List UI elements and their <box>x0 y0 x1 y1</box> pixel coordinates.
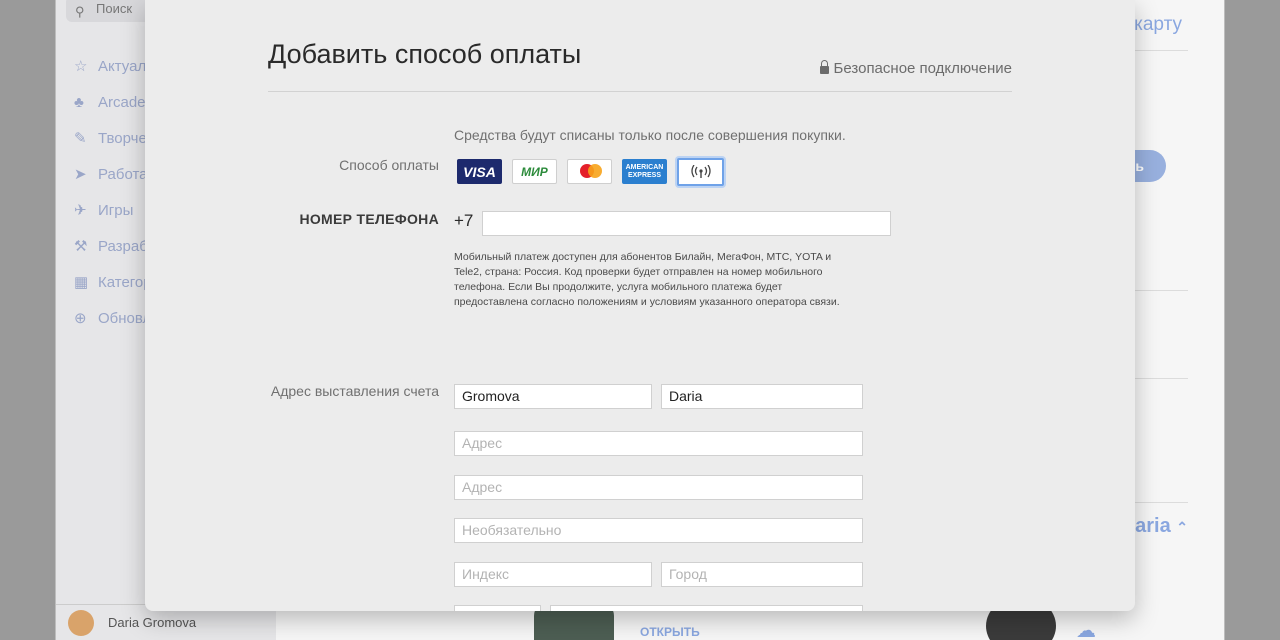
add-payment-dialog: Добавить способ оплаты Безопасное подклю… <box>145 0 1135 611</box>
billing-address-label: Адрес выставления счета <box>270 383 439 399</box>
lock-icon <box>819 59 829 74</box>
secure-label: Безопасное подключение <box>833 60 1012 77</box>
charge-note: Средства будут списаны только после сове… <box>454 127 846 143</box>
joystick-icon: ♣ <box>74 93 84 111</box>
payment-method-options: VISA МИР AMERICAN EXPRESS <box>457 158 724 186</box>
optional-input[interactable]: Необязательно <box>454 518 863 543</box>
chevron-updown-icon: ⌃ <box>1176 519 1188 535</box>
mobile-signal-icon <box>690 165 711 178</box>
add-card-link[interactable]: карту <box>1134 14 1182 36</box>
cloud-download-icon[interactable]: ☁ <box>1076 618 1096 640</box>
address-line2-input[interactable]: Адрес <box>454 475 863 500</box>
region-select[interactable] <box>454 605 541 611</box>
amex-card-option[interactable]: AMERICAN EXPRESS <box>622 159 667 184</box>
search-placeholder: Поиск <box>96 1 133 16</box>
zip-input[interactable]: Индекс <box>454 562 652 587</box>
first-name-input[interactable]: Daria <box>661 384 863 409</box>
dialog-title: Добавить способ оплаты <box>268 39 582 69</box>
search-icon: ⚲ <box>75 4 85 19</box>
brush-icon: ✎ <box>74 130 87 147</box>
visa-card-option[interactable]: VISA <box>457 159 502 184</box>
grid-icon: ▦ <box>74 274 89 291</box>
address-line1-input[interactable]: Адрес <box>454 431 863 456</box>
header-divider <box>268 91 1012 92</box>
rocket-icon: ✈ <box>74 202 87 219</box>
mobile-payment-help: Мобильный платеж доступен для абонентов … <box>454 251 840 308</box>
open-button[interactable]: ОТКРЫТЬ <box>640 625 700 639</box>
mir-card-option[interactable]: МИР <box>512 159 557 184</box>
user-name: Daria Gromova <box>108 615 197 630</box>
download-icon: ⊕ <box>74 310 87 327</box>
avatar <box>68 609 94 636</box>
mobile-payment-option[interactable] <box>677 158 724 186</box>
star-icon: ☆ <box>74 58 88 75</box>
phone-prefix: +7 <box>454 211 474 230</box>
mastercard-card-option[interactable] <box>567 159 612 184</box>
last-name-input[interactable]: Gromova <box>454 384 652 409</box>
city-input[interactable]: Город <box>661 562 863 587</box>
phone-number-label: НОМЕР ТЕЛЕФОНА <box>299 211 439 227</box>
account-switch[interactable]: aria ⌃ <box>1135 515 1188 538</box>
phone-input[interactable] <box>550 605 863 611</box>
secure-connection: Безопасное подключение <box>819 59 1012 77</box>
payment-method-label: Способ оплаты <box>339 157 439 173</box>
paperplane-icon: ➤ <box>74 166 87 183</box>
hammer-icon: ⚒ <box>74 238 88 255</box>
phone-number-input[interactable] <box>482 211 891 236</box>
